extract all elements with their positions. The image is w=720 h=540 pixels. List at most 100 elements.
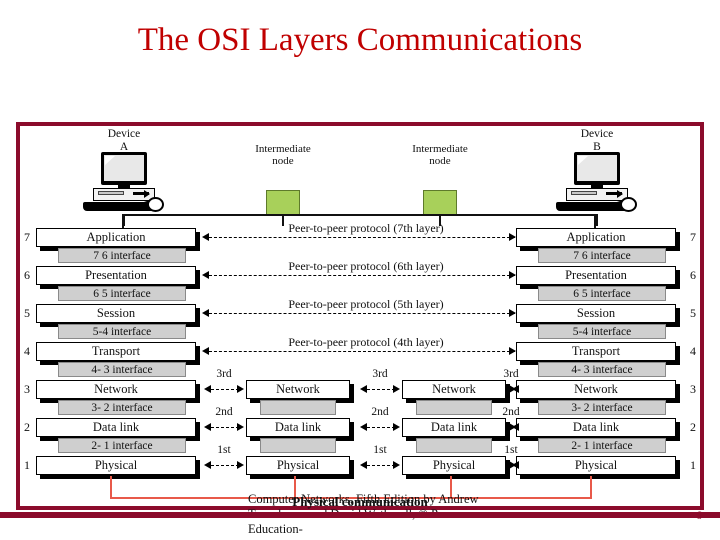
layer-box-physical[interactable]: Physical bbox=[402, 456, 506, 475]
dashed-line bbox=[367, 427, 395, 428]
arrow-right-icon bbox=[509, 233, 516, 241]
arrow-right-icon bbox=[237, 423, 244, 431]
layer-box-presentation[interactable]: Presentation bbox=[36, 266, 196, 285]
node-interface-bar-2-1 bbox=[260, 438, 336, 453]
device-a-caption: Device A bbox=[74, 128, 174, 153]
hop-label-3rd: 3rd bbox=[216, 368, 232, 380]
node-caption-line1: Intermediate bbox=[255, 143, 311, 155]
arrow-left-icon bbox=[204, 385, 211, 393]
layer-number-7: 7 bbox=[690, 230, 696, 244]
dashed-line bbox=[209, 275, 515, 276]
screen-icon bbox=[577, 154, 617, 181]
page-number: 6 bbox=[696, 508, 702, 522]
peer-protocol-6-label: Peer-to-peer protocol (6th layer) bbox=[288, 259, 444, 273]
hop-label-1st: 1st bbox=[504, 444, 518, 456]
interface-bar-2-1: 2- 1 interface bbox=[538, 438, 666, 453]
mouse-icon bbox=[620, 197, 637, 212]
arrow-left-icon bbox=[202, 271, 209, 279]
tower-arrow-icon bbox=[133, 189, 150, 198]
arrow-right-icon bbox=[393, 385, 400, 393]
dashed-line bbox=[211, 465, 239, 466]
arrow-right-icon bbox=[393, 423, 400, 431]
layer-number-7: 7 bbox=[24, 230, 30, 244]
intermediate-node-2-icon bbox=[423, 190, 457, 216]
arrow-left-icon bbox=[202, 347, 209, 355]
top-bus-line bbox=[122, 214, 596, 216]
device-b-caption: Device B bbox=[547, 128, 647, 153]
arrow-right-icon bbox=[509, 461, 516, 469]
arrow-right-icon bbox=[509, 423, 516, 431]
arrow-right-icon bbox=[237, 385, 244, 393]
layer-box-network[interactable]: Network bbox=[402, 380, 506, 399]
hop-label-3rd: 3rd bbox=[503, 368, 519, 380]
dashed-line bbox=[367, 389, 395, 390]
layer-number-2: 2 bbox=[24, 420, 30, 434]
layer-box-datalink[interactable]: Data link bbox=[516, 418, 676, 437]
layer-box-transport[interactable]: Transport bbox=[516, 342, 676, 361]
device-b-computer-icon bbox=[554, 152, 640, 226]
layer-number-5: 5 bbox=[690, 306, 696, 320]
arrow-right-icon bbox=[509, 347, 516, 355]
peer-protocol-4-label: Peer-to-peer protocol (4th layer) bbox=[288, 335, 444, 349]
device-b-stem bbox=[596, 214, 598, 226]
layer-number-3: 3 bbox=[690, 382, 696, 396]
layer-box-physical[interactable]: Physical bbox=[246, 456, 350, 475]
layer-box-datalink[interactable]: Data link bbox=[246, 418, 350, 437]
layer-box-application[interactable]: Application bbox=[516, 228, 676, 247]
device-a-computer-icon bbox=[81, 152, 167, 226]
arrow-right-icon bbox=[237, 461, 244, 469]
layer-box-application[interactable]: Application bbox=[36, 228, 196, 247]
dashed-line bbox=[209, 313, 515, 314]
intermediate-node-2-caption: Intermediate node bbox=[380, 143, 500, 167]
node-caption-line1: Intermediate bbox=[412, 143, 468, 155]
layer-box-transport[interactable]: Transport bbox=[36, 342, 196, 361]
interface-bar-3-2: 3- 2 interface bbox=[58, 400, 186, 415]
interface-bar-7-6: 7 6 interface bbox=[538, 248, 666, 263]
bus-drop-a bbox=[122, 214, 124, 228]
layer-box-session[interactable]: Session bbox=[36, 304, 196, 323]
hop-label-3rd: 3rd bbox=[372, 368, 388, 380]
hop-label-2nd: 2nd bbox=[371, 406, 389, 418]
arrow-left-icon bbox=[204, 461, 211, 469]
interface-bar-6-5: 6 5 interface bbox=[58, 286, 186, 301]
interface-bar-5-4: 5-4 interface bbox=[538, 324, 666, 339]
interface-bar-4-3: 4- 3 interface bbox=[538, 362, 666, 377]
layer-number-6: 6 bbox=[690, 268, 696, 282]
arrow-right-icon bbox=[509, 271, 516, 279]
bus-drop-b bbox=[594, 214, 596, 228]
layer-box-physical[interactable]: Physical bbox=[36, 456, 196, 475]
layer-number-6: 6 bbox=[24, 268, 30, 282]
arrow-right-icon bbox=[393, 461, 400, 469]
layer-box-physical[interactable]: Physical bbox=[516, 456, 676, 475]
hop-label-2nd: 2nd bbox=[502, 406, 520, 418]
arrow-right-icon bbox=[509, 385, 516, 393]
layer-number-5: 5 bbox=[24, 306, 30, 320]
layer-number-2: 2 bbox=[690, 420, 696, 434]
layer-box-datalink[interactable]: Data link bbox=[402, 418, 506, 437]
layer-box-network[interactable]: Network bbox=[36, 380, 196, 399]
node-caption-line2: node bbox=[429, 155, 451, 167]
peer-protocol-5-label: Peer-to-peer protocol (5th layer) bbox=[288, 297, 444, 311]
layer-box-session[interactable]: Session bbox=[516, 304, 676, 323]
osi-diagram: Device A Device B Intermediate node Inte… bbox=[16, 122, 704, 510]
arrow-left-icon bbox=[202, 309, 209, 317]
layer-box-network[interactable]: Network bbox=[516, 380, 676, 399]
bottom-band bbox=[0, 512, 720, 518]
diagram-canvas: Device A Device B Intermediate node Inte… bbox=[20, 126, 700, 506]
interface-bar-4-3: 4- 3 interface bbox=[58, 362, 186, 377]
arrow-left-icon bbox=[360, 423, 367, 431]
node-interface-bar-3-2 bbox=[416, 400, 492, 415]
interface-bar-3-2: 3- 2 interface bbox=[538, 400, 666, 415]
device-b-caption-line1: Device bbox=[580, 128, 614, 140]
drive-slot-icon bbox=[571, 191, 597, 195]
interface-bar-6-5: 6 5 interface bbox=[538, 286, 666, 301]
layer-box-datalink[interactable]: Data link bbox=[36, 418, 196, 437]
hop-label-1st: 1st bbox=[217, 444, 231, 456]
dashed-line bbox=[211, 389, 239, 390]
layer-number-1: 1 bbox=[690, 458, 696, 472]
intermediate-node-1-caption: Intermediate node bbox=[223, 143, 343, 167]
layer-box-presentation[interactable]: Presentation bbox=[516, 266, 676, 285]
page-title: The OSI Layers Communications bbox=[137, 22, 583, 58]
layer-box-network[interactable]: Network bbox=[246, 380, 350, 399]
node-interface-bar-3-2 bbox=[260, 400, 336, 415]
